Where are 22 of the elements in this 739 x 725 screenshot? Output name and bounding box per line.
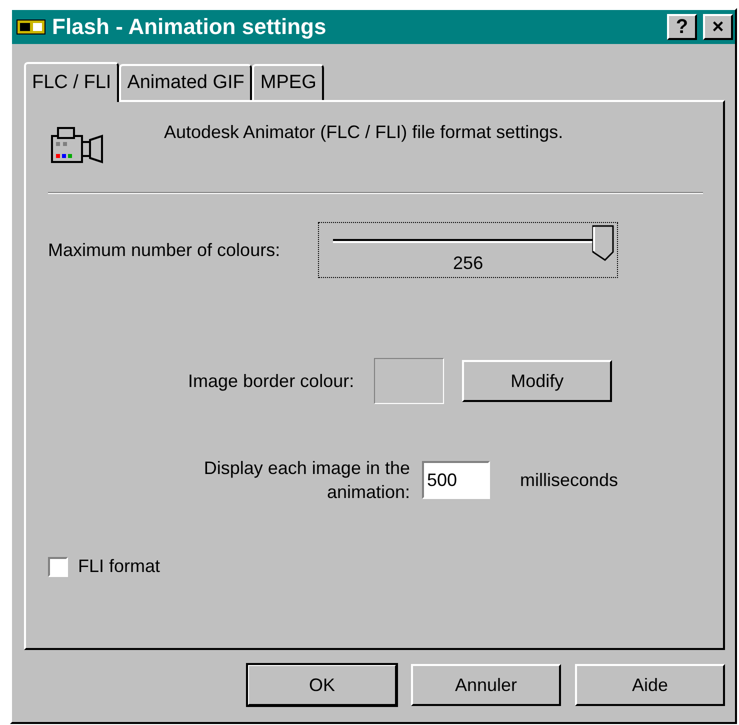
- tab[interactable]: Animated GIF: [119, 64, 252, 100]
- fli-format-label: FLI format: [78, 556, 160, 577]
- display-label: Display each image in the animation:: [202, 457, 410, 504]
- dialog-button[interactable]: Annuler: [411, 664, 561, 706]
- colours-slider[interactable]: 256: [318, 222, 618, 278]
- colours-label: Maximum number of colours:: [48, 240, 280, 260]
- fli-checkbox[interactable]: [48, 556, 68, 576]
- tab[interactable]: FLC / FLI: [24, 62, 120, 102]
- slider-thumb[interactable]: [592, 225, 614, 261]
- colour-swatch: [374, 358, 444, 404]
- tab[interactable]: MPEG: [252, 64, 324, 100]
- window-title: Flash - Animation settings: [52, 14, 328, 40]
- colours-value: 256: [453, 253, 484, 274]
- dialog-button[interactable]: Aide: [575, 664, 725, 706]
- dialog-button[interactable]: OK: [247, 664, 397, 706]
- description-text: Autodesk Animator (FLC / FLI) file format settings.: [164, 122, 564, 143]
- unit-label: milliseconds: [520, 470, 618, 490]
- modify-button[interactable]: Modify: [462, 360, 612, 402]
- milliseconds-field[interactable]: 500: [422, 461, 490, 499]
- close-button[interactable]: ×: [703, 14, 733, 40]
- help-button[interactable]: ?: [667, 14, 697, 40]
- border-colour-label: Image border colour:: [188, 370, 354, 392]
